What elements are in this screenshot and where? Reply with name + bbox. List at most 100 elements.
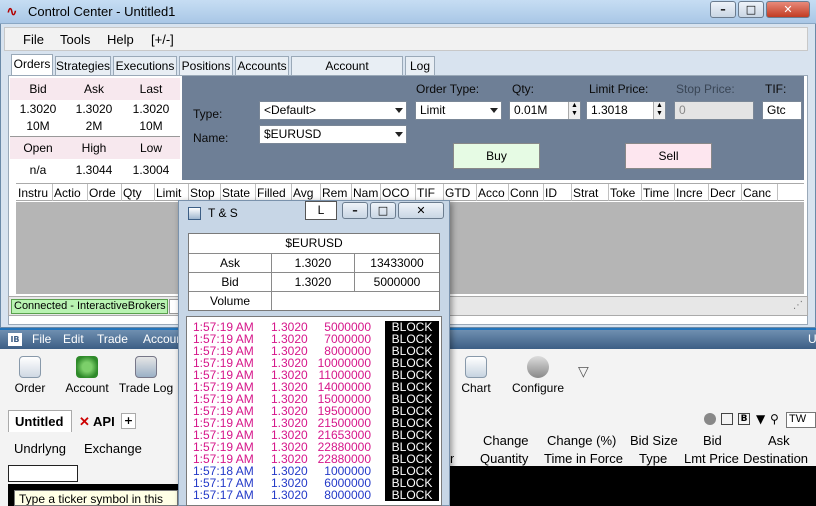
grid-column-separator (777, 184, 778, 201)
ib-menu-edit[interactable]: Edit (63, 332, 84, 346)
type-label: Type: (193, 107, 223, 121)
grid-column-separator (741, 184, 742, 201)
grid-column-header[interactable]: ID (545, 186, 570, 200)
circle-icon[interactable] (704, 413, 716, 425)
low-header: Low (139, 141, 162, 155)
grid-column-separator (543, 184, 544, 201)
clipped-header-char: n (450, 451, 454, 466)
grid-column-header[interactable]: OCO (382, 186, 414, 200)
grid-column-header[interactable]: Canc (743, 186, 776, 200)
order-type-select[interactable]: Limit (415, 101, 502, 120)
ts-trades-list[interactable]: 1:57:19 AM 1.3020 5000000 BLOCK 1:57:19 AM 1.… (186, 316, 442, 506)
grid-column-header[interactable]: Nam (353, 186, 379, 200)
grid-column-header[interactable]: GTD (445, 186, 475, 200)
ib-menu-trade[interactable]: Trade (97, 332, 128, 346)
add-tab-button[interactable]: + (121, 413, 136, 429)
ticker-input[interactable] (8, 465, 78, 482)
ask-value: 1.3020 (75, 102, 113, 116)
ib-search-input[interactable]: TW (786, 412, 816, 428)
trade-log-tool-button[interactable]: Trade Log (116, 356, 176, 395)
lmt-price-header: Lmt Price (684, 451, 739, 466)
grid-column-header[interactable]: Qty (123, 186, 153, 200)
ib-menu-overflow[interactable]: U (808, 332, 816, 346)
configure-tool-button[interactable]: Configure (508, 356, 568, 395)
menu-expand[interactable]: [+/-] (151, 32, 174, 47)
tab-positions[interactable]: Positions (179, 56, 233, 75)
minimize-button[interactable]: – (710, 1, 736, 18)
qty-spinner-icon[interactable]: ▲ ▼ (568, 102, 580, 119)
stop-price-input[interactable]: 0 (674, 101, 754, 120)
filter-icon[interactable]: ▼ (756, 412, 765, 426)
buy-button[interactable]: Buy (453, 143, 540, 169)
tab-strategies[interactable]: Strategies (55, 56, 111, 75)
grid-column-separator (674, 184, 675, 201)
layout-icon[interactable] (721, 413, 733, 425)
ib-tab-api[interactable]: ✕ API (76, 412, 118, 432)
ib-tab-untitled[interactable]: Untitled (8, 410, 72, 432)
tif-select[interactable]: Gtc (762, 101, 802, 120)
grid-column-header[interactable]: Conn (510, 186, 542, 200)
menu-tools[interactable]: Tools (60, 32, 90, 47)
trade-row: 1:57:17 AM 1.3020 8000000 BLOCK (187, 489, 441, 501)
ib-menu-account[interactable]: Accour (143, 332, 180, 346)
grid-column-header[interactable]: Stop (190, 186, 219, 200)
menu-file[interactable]: File (23, 32, 44, 47)
grid-column-header[interactable]: Strat (573, 186, 607, 200)
sell-button[interactable]: Sell (625, 143, 712, 169)
quantity-header: Quantity (480, 451, 529, 466)
grid-column-header[interactable]: Acco (478, 186, 507, 200)
ts-close-button[interactable]: ✕ (398, 202, 444, 219)
limit-spinner-icon[interactable]: ▲ ▼ (653, 102, 665, 119)
grid-column-header[interactable]: Instru (18, 186, 51, 200)
quote-panel: Bid Ask Last 1.3020 1.3020 1.3020 10M 2M… (10, 78, 180, 180)
grid-column-header[interactable]: Limit (156, 186, 187, 200)
name-select[interactable]: $EURUSD (259, 125, 407, 144)
qty-input[interactable]: 0.01M ▲ ▼ (509, 101, 581, 120)
grid-column-header[interactable]: Filled (257, 186, 290, 200)
limit-price-input[interactable]: 1.3018 ▲ ▼ (586, 101, 666, 120)
tab-account-performance[interactable]: Account Performance (291, 56, 403, 91)
grid-column-header[interactable]: State (222, 186, 254, 200)
ts-maximize-button[interactable]: □ (370, 202, 396, 219)
order-tool-button[interactable]: Order (10, 356, 50, 395)
close-tab-icon[interactable]: ✕ (79, 414, 90, 429)
ts-minimize-button[interactable]: – (342, 202, 368, 219)
grid-column-header[interactable]: Avg (293, 186, 319, 200)
ib-menu-file[interactable]: File (32, 332, 51, 346)
grid-column-header[interactable]: TIF (417, 186, 442, 200)
type-select[interactable]: <Default> (259, 101, 407, 120)
menu-help[interactable]: Help (107, 32, 134, 47)
tif-value: Gtc (767, 103, 786, 117)
control-center-titlebar[interactable]: ∿ Control Center - Untitled1 – □ ✕ (0, 0, 816, 24)
grid-column-separator (508, 184, 509, 201)
tab-orders[interactable]: Orders (11, 54, 53, 75)
name-select-value: $EURUSD (264, 127, 322, 141)
search-icon[interactable]: ⚲ (770, 412, 779, 426)
grid-column-header[interactable]: Incre (676, 186, 707, 200)
grid-column-separator (608, 184, 609, 201)
grid-column-header[interactable]: Actio (54, 186, 86, 200)
order-type-value: Limit (420, 103, 446, 117)
lock-toggle-button[interactable]: L (305, 201, 337, 220)
resize-grip-icon[interactable]: ⋰ (793, 300, 803, 311)
close-button[interactable]: ✕ (766, 1, 810, 18)
tab-accounts[interactable]: Accounts (235, 56, 289, 75)
grid-column-header[interactable]: Time (643, 186, 673, 200)
chart-tool-button[interactable]: Chart (456, 356, 496, 395)
tab-log[interactable]: Log (405, 56, 435, 75)
trade-price: 1.3020 (271, 488, 308, 502)
open-value: n/a (29, 163, 47, 177)
exchange-header: Exchange (84, 441, 142, 456)
toolbar-overflow-icon[interactable]: ▽ (578, 364, 589, 380)
maximize-button[interactable]: □ (738, 1, 764, 18)
grid-column-header[interactable]: Toke (610, 186, 640, 200)
grid-column-header[interactable]: Orde (89, 186, 120, 200)
high-value: 1.3044 (75, 163, 113, 177)
tab-executions[interactable]: Executions (113, 56, 177, 75)
bold-icon[interactable]: B (738, 413, 750, 425)
grid-column-header[interactable]: Decr (710, 186, 740, 200)
ts-titlebar[interactable]: T & S L – □ ✕ (178, 200, 450, 224)
grid-column-header[interactable]: Rem (322, 186, 350, 200)
account-icon (76, 356, 98, 378)
account-tool-button[interactable]: Account (62, 356, 112, 395)
